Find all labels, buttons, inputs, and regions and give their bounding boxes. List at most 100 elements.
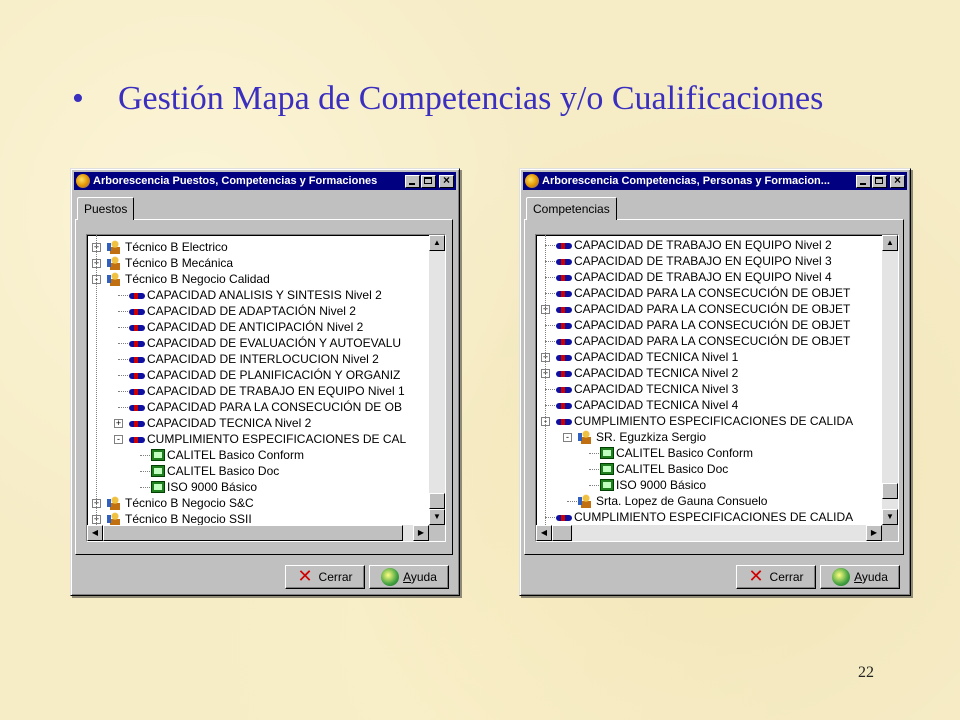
skill-icon xyxy=(129,388,145,395)
vertical-scrollbar[interactable]: ▲ ▼ xyxy=(429,235,445,525)
tree-item[interactable]: CAPACIDAD PARA LA CONSECUCIÓN DE OBJET xyxy=(556,317,850,333)
course-icon xyxy=(151,465,165,477)
scroll-right-button[interactable]: ▶ xyxy=(413,525,429,541)
course-icon xyxy=(600,447,614,459)
minimize-icon xyxy=(860,182,866,185)
tree-view[interactable]: CAPACIDAD DE TRABAJO EN EQUIPO Nivel 2 CA… xyxy=(535,234,899,542)
tree-item[interactable]: CAPACIDAD PARA LA CONSECUCIÓN DE OBJET xyxy=(556,301,850,317)
scroll-right-button[interactable]: ▶ xyxy=(866,525,882,541)
window-competencias: Arborescencia Competencias, Personas y F… xyxy=(519,168,911,596)
tree-item[interactable]: ISO 9000 Básico xyxy=(600,477,706,493)
minimize-button[interactable] xyxy=(405,174,420,188)
tree-item-label: CAPACIDAD PARA LA CONSECUCIÓN DE OBJET xyxy=(574,334,851,348)
minimize-icon xyxy=(409,182,415,185)
scroll-up-button[interactable]: ▲ xyxy=(429,235,445,251)
scroll-left-button[interactable]: ◀ xyxy=(536,525,552,541)
ayuda-button[interactable]: Ayuda xyxy=(369,565,449,589)
horizontal-scrollbar[interactable]: ◀ ▶ xyxy=(87,525,429,541)
tree-item[interactable]: CALITEL Basico Doc xyxy=(151,463,279,479)
tree-connector xyxy=(589,469,599,470)
tree-connector xyxy=(545,261,555,262)
cerrar-button[interactable]: ✕ Cerrar xyxy=(285,565,365,589)
tree-item[interactable]: CAPACIDAD ANALISIS Y SINTESIS Nivel 2 xyxy=(129,287,382,303)
person-icon xyxy=(107,496,123,510)
maximize-button[interactable] xyxy=(872,174,887,188)
cancel-x-icon: ✕ xyxy=(748,566,764,587)
tree-item[interactable]: CAPACIDAD PARA LA CONSECUCIÓN DE OBJET xyxy=(556,285,850,301)
expand-node-button[interactable]: + xyxy=(114,419,123,428)
scroll-thumb-horizontal[interactable] xyxy=(103,525,403,541)
tree-item[interactable]: CAPACIDAD TECNICA Nivel 3 xyxy=(556,381,738,397)
tree-item[interactable]: CAPACIDAD DE TRABAJO EN EQUIPO Nivel 1 xyxy=(129,383,405,399)
tree-item[interactable]: CUMPLIMIENTO ESPECIFICACIONES DE CAL xyxy=(129,431,406,447)
tree-item[interactable]: ISO 9000 Básico xyxy=(151,479,257,495)
maximize-icon xyxy=(424,176,432,184)
tree-item[interactable]: CAPACIDAD TECNICA Nivel 2 xyxy=(129,415,311,431)
close-window-button[interactable]: × xyxy=(439,173,454,188)
tree-item[interactable]: CAPACIDAD DE EVALUACIÓN Y AUTOEVALU xyxy=(129,335,401,351)
tree-item[interactable]: CAPACIDAD PARA LA CONSECUCIÓN DE OB xyxy=(129,399,402,415)
tree-connector xyxy=(545,341,555,342)
close-window-button[interactable]: × xyxy=(890,173,905,188)
tree-item[interactable]: Técnico B Electrico xyxy=(107,239,228,255)
collapse-node-button[interactable]: - xyxy=(563,433,572,442)
skill-icon xyxy=(556,242,572,249)
tree-item[interactable]: CALITEL Basico Conform xyxy=(151,447,304,463)
scroll-thumb[interactable] xyxy=(882,483,898,499)
tree-item[interactable]: Técnico B Mecánica xyxy=(107,255,233,271)
tree-item[interactable]: CAPACIDAD PARA LA CONSECUCIÓN DE OBJET xyxy=(556,333,850,349)
tree-item[interactable]: CAPACIDAD DE ADAPTACIÓN Nivel 2 xyxy=(129,303,356,319)
tree-item[interactable]: CAPACIDAD DE PLANIFICACIÓN Y ORGANIZ xyxy=(129,367,400,383)
tree-item[interactable]: CAPACIDAD TECNICA Nivel 1 xyxy=(556,349,738,365)
tab-competencias[interactable]: Competencias xyxy=(526,197,617,220)
tree-item[interactable]: Srta. Lopez de Gauna Consuelo xyxy=(578,493,767,509)
tree-item[interactable]: CAPACIDAD DE INTERLOCUCION Nivel 2 xyxy=(129,351,379,367)
tree-connector xyxy=(118,343,128,344)
scroll-up-button[interactable]: ▲ xyxy=(882,235,898,251)
cerrar-button[interactable]: ✕ Cerrar xyxy=(736,565,816,589)
maximize-button[interactable] xyxy=(421,174,436,188)
tree-connector xyxy=(545,277,555,278)
tree-item[interactable]: SR. Eguzkiza Sergio xyxy=(578,429,706,445)
skill-icon xyxy=(556,274,572,281)
skill-icon xyxy=(129,340,145,347)
skill-icon xyxy=(129,292,145,299)
tree-item[interactable]: CAPACIDAD TECNICA Nivel 4 xyxy=(556,397,738,413)
tree-connector xyxy=(118,295,128,296)
vertical-scrollbar[interactable]: ▲ ▼ xyxy=(882,235,898,525)
minimize-button[interactable] xyxy=(856,174,871,188)
tree-view[interactable]: + Técnico B Electrico + Técnico B Mecánica -… xyxy=(86,234,446,542)
window-title: Arborescencia Competencias, Personas y F… xyxy=(542,175,830,187)
person-icon xyxy=(107,240,123,254)
tree-item-label: CAPACIDAD DE TRABAJO EN EQUIPO Nivel 1 xyxy=(147,384,405,398)
tree-item[interactable]: CAPACIDAD TECNICA Nivel 2 xyxy=(556,365,738,381)
tree-item[interactable]: CALITEL Basico Doc xyxy=(600,461,728,477)
tree-item-label: CAPACIDAD DE TRABAJO EN EQUIPO Nivel 3 xyxy=(574,254,832,268)
horizontal-scrollbar[interactable]: ◀ ▶ xyxy=(536,525,882,541)
scroll-down-button[interactable]: ▼ xyxy=(429,509,445,525)
ayuda-button[interactable]: Ayuda xyxy=(820,565,900,589)
scroll-left-button[interactable]: ◀ xyxy=(87,525,103,541)
course-icon xyxy=(600,463,614,475)
tree-item-label: CAPACIDAD PARA LA CONSECUCIÓN DE OBJET xyxy=(574,302,851,316)
tree-item[interactable]: CAPACIDAD DE TRABAJO EN EQUIPO Nivel 4 xyxy=(556,269,832,285)
window-titlebar[interactable]: Arborescencia Puestos, Competencias y Fo… xyxy=(74,172,456,190)
tree-item[interactable]: CUMPLIMIENTO ESPECIFICACIONES DE CALIDA xyxy=(556,509,853,525)
scroll-thumb-horizontal[interactable] xyxy=(552,525,572,541)
collapse-node-button[interactable]: - xyxy=(114,435,123,444)
tab-puestos[interactable]: Puestos xyxy=(77,197,135,220)
tree-item[interactable]: CAPACIDAD DE ANTICIPACIÓN Nivel 2 xyxy=(129,319,363,335)
tree-item[interactable]: Técnico B Negocio Calidad xyxy=(107,271,270,287)
tree-item[interactable]: CAPACIDAD DE TRABAJO EN EQUIPO Nivel 3 xyxy=(556,253,832,269)
tree-item[interactable]: CAPACIDAD DE TRABAJO EN EQUIPO Nivel 2 xyxy=(556,237,832,253)
window-titlebar[interactable]: Arborescencia Competencias, Personas y F… xyxy=(523,172,907,190)
scroll-down-button[interactable]: ▼ xyxy=(882,509,898,525)
scroll-thumb[interactable] xyxy=(429,493,445,509)
tree-item-label: CALITEL Basico Conform xyxy=(616,446,753,460)
tree-item[interactable]: Técnico B Negocio S&C xyxy=(107,495,254,511)
course-icon xyxy=(600,479,614,491)
tree-item-label: CAPACIDAD ANALISIS Y SINTESIS Nivel 2 xyxy=(147,288,382,302)
tree-item[interactable]: CUMPLIMIENTO ESPECIFICACIONES DE CALIDA xyxy=(556,413,853,429)
tree-item[interactable]: CALITEL Basico Conform xyxy=(600,445,753,461)
tree-item-label: CAPACIDAD DE INTERLOCUCION Nivel 2 xyxy=(147,352,379,366)
